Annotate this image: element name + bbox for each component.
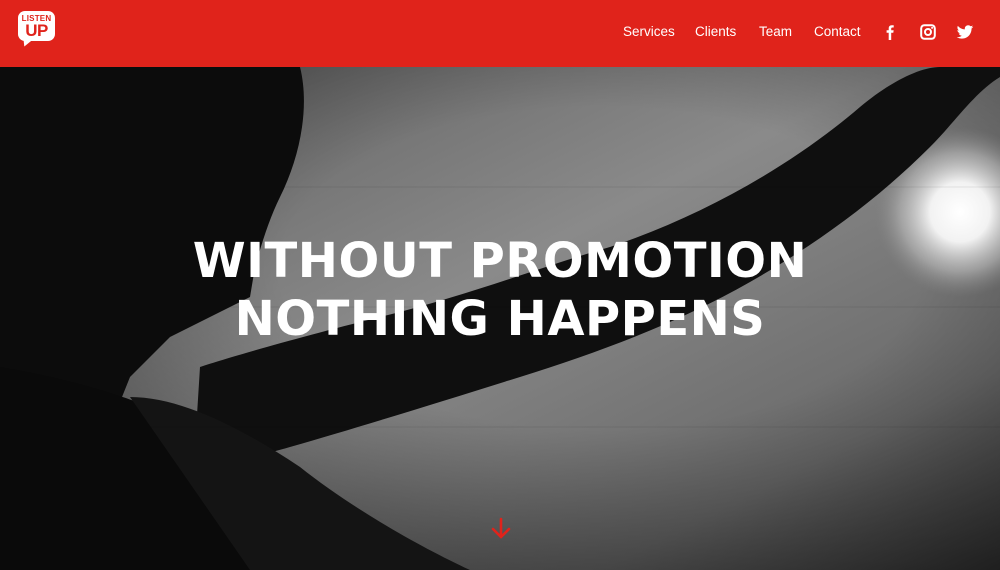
hero-headline: WITHOUT PROMOTION NOTHING HAPPENS — [0, 232, 1000, 348]
instagram-icon[interactable] — [919, 23, 937, 41]
facebook-icon[interactable] — [881, 23, 899, 41]
hero-headline-line-1: WITHOUT PROMOTION — [192, 233, 808, 289]
hero-section: WITHOUT PROMOTION NOTHING HAPPENS — [0, 67, 1000, 570]
site-header: LISTEN UP Services Clients Team Contact — [0, 0, 1000, 67]
arrow-down-icon[interactable] — [489, 516, 513, 542]
twitter-icon[interactable] — [956, 23, 974, 41]
social-links — [0, 23, 1000, 41]
hero-headline-line-2: NOTHING HAPPENS — [234, 291, 766, 347]
